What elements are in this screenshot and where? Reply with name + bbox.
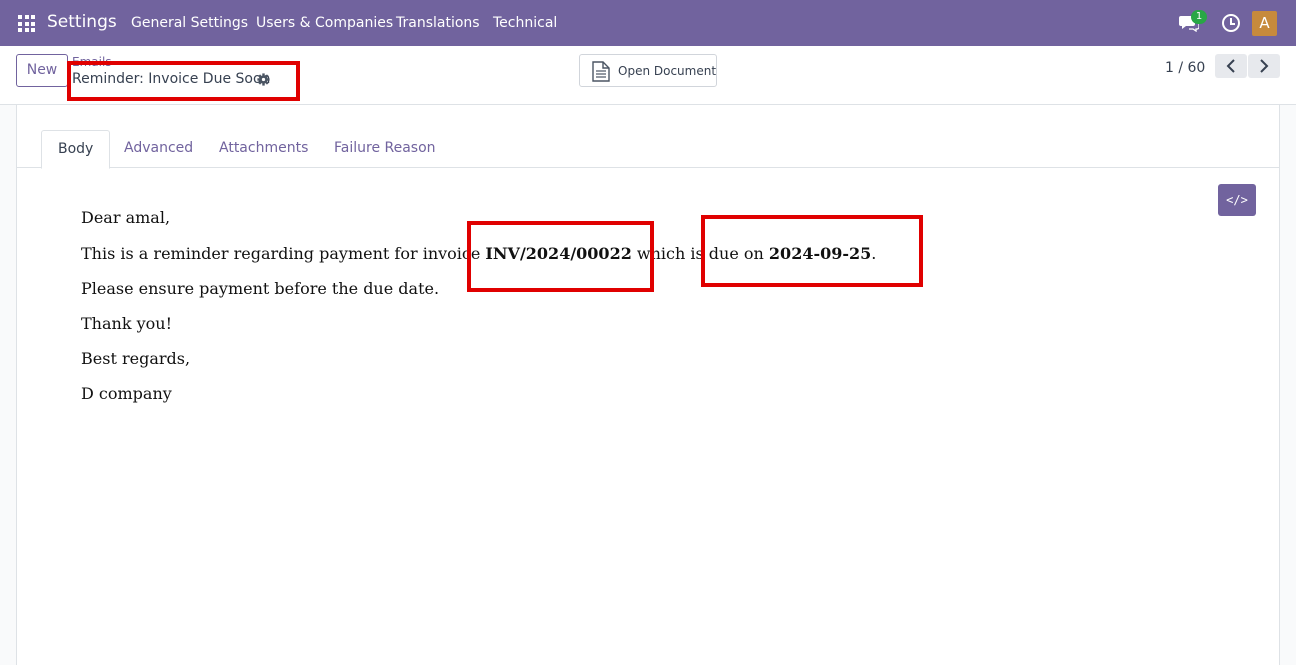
- reminder-middle: which is due on: [631, 244, 769, 263]
- menu-general-settings[interactable]: General Settings: [131, 15, 248, 31]
- control-panel: New Emails Reminder: Invoice Due Soon Op…: [0, 46, 1296, 105]
- reminder-suffix: .: [871, 244, 877, 263]
- notebook-tabs: Body Advanced Attachments Failure Reason: [17, 130, 1279, 169]
- chevron-right-icon: [1260, 59, 1269, 73]
- tab-failure-reason[interactable]: Failure Reason: [318, 130, 452, 168]
- body-reminder-line: This is a reminder regarding payment for…: [81, 244, 876, 263]
- menu-users-companies[interactable]: Users & Companies: [256, 15, 393, 31]
- tab-advanced[interactable]: Advanced: [108, 130, 209, 168]
- gear-icon[interactable]: [257, 73, 270, 86]
- code-view-toggle-button[interactable]: </>: [1218, 184, 1256, 216]
- chat-counter-badge: 1: [1191, 10, 1207, 24]
- top-navbar: Settings General Settings Users & Compan…: [0, 0, 1296, 46]
- user-avatar[interactable]: A: [1252, 11, 1277, 36]
- body-greeting: Dear amal,: [81, 208, 171, 227]
- new-button[interactable]: New: [16, 54, 68, 87]
- body-thanks-line: Thank you!: [81, 314, 173, 333]
- tab-body[interactable]: Body: [41, 130, 111, 169]
- tab-attachments[interactable]: Attachments: [203, 130, 324, 168]
- pager-next-button[interactable]: [1248, 54, 1280, 78]
- menu-technical[interactable]: Technical: [493, 15, 557, 31]
- body-company-line: D company: [81, 384, 172, 403]
- due-date: 2024-09-25: [768, 244, 872, 263]
- apps-menu-icon[interactable]: [18, 15, 35, 32]
- open-document-label: Open Document: [618, 64, 717, 78]
- chevron-left-icon: [1226, 59, 1235, 73]
- form-sheet: Body Advanced Attachments Failure Reason…: [16, 105, 1280, 665]
- breadcrumb-current: Reminder: Invoice Due Soon: [72, 71, 271, 87]
- invoice-number: INV/2024/00022: [485, 244, 632, 263]
- app-name[interactable]: Settings: [47, 12, 117, 32]
- reminder-prefix: This is a reminder regarding payment for…: [81, 244, 486, 263]
- pager-previous-button[interactable]: [1215, 54, 1247, 78]
- menu-translations[interactable]: Translations: [396, 15, 480, 31]
- activity-clock-icon[interactable]: [1222, 14, 1240, 32]
- pager-value[interactable]: 1 / 60: [1165, 60, 1205, 76]
- body-payment-line: Please ensure payment before the due dat…: [81, 279, 440, 298]
- open-document-button[interactable]: Open Document: [579, 54, 717, 87]
- body-regards-line: Best regards,: [81, 349, 191, 368]
- breadcrumb-parent[interactable]: Emails: [72, 55, 112, 69]
- document-icon: [592, 61, 610, 82]
